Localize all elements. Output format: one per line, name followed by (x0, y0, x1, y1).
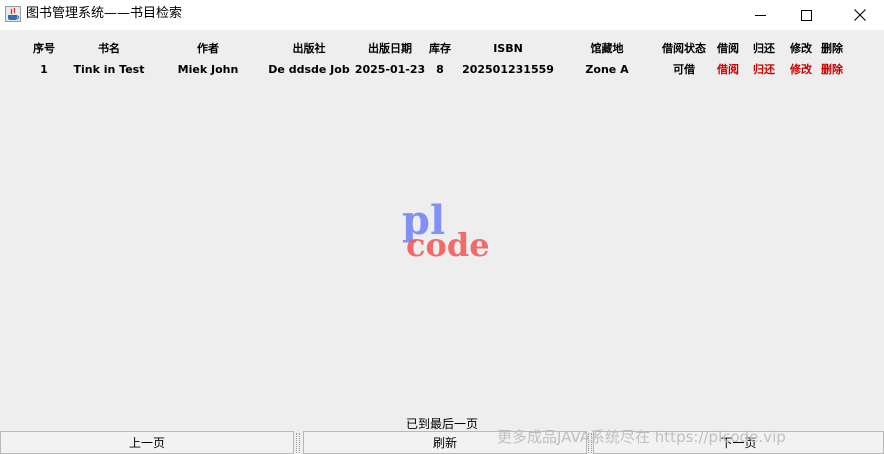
column-header-publisher[interactable]: 出版社 (293, 42, 326, 55)
title-bar: 图书管理系统——书目检索 (0, 0, 884, 30)
delete-link[interactable]: 删除 (821, 63, 843, 76)
column-header-isbn[interactable]: ISBN (493, 42, 523, 55)
borrow-link[interactable]: 借阅 (717, 63, 739, 76)
prev-page-button[interactable]: 上一页 (0, 431, 294, 454)
cell-title: Tink in Test (73, 63, 145, 76)
cell-publisher: De ddsde Job (268, 63, 350, 76)
column-header-author[interactable]: 作者 (197, 42, 219, 55)
close-icon (854, 9, 866, 21)
plcode-watermark-logo: pl code (402, 198, 490, 264)
cell-location: Zone A (585, 63, 629, 76)
cell-index: 1 (40, 63, 48, 76)
cell-pub-date: 2025-01-23 (354, 63, 426, 76)
cell-status: 可借 (673, 63, 695, 76)
column-header-index[interactable]: 序号 (33, 42, 55, 55)
column-header-delete[interactable]: 删除 (821, 42, 843, 55)
column-header-edit[interactable]: 修改 (790, 42, 812, 55)
return-link[interactable]: 归还 (753, 63, 775, 76)
column-header-title[interactable]: 书名 (98, 42, 120, 55)
column-header-status[interactable]: 借阅状态 (662, 42, 706, 55)
cell-author: Miek John (177, 63, 239, 76)
cell-stock: 8 (436, 63, 444, 76)
footer-watermark-text: 更多成品JAVA系统尽在 https://plcode.vip (497, 428, 786, 446)
minimize-icon (754, 14, 766, 16)
splitter-handle[interactable] (296, 433, 300, 453)
edit-link[interactable]: 修改 (790, 63, 812, 76)
column-header-stock[interactable]: 库存 (429, 42, 451, 55)
java-app-icon (5, 6, 21, 22)
close-button[interactable] (837, 0, 883, 30)
window-title: 图书管理系统——书目检索 (26, 6, 183, 21)
column-header-location[interactable]: 馆藏地 (591, 42, 624, 55)
maximize-icon (800, 9, 812, 21)
maximize-button[interactable] (783, 0, 829, 30)
minimize-button[interactable] (737, 0, 783, 30)
watermark-code: code (406, 226, 490, 264)
column-header-pub-date[interactable]: 出版日期 (368, 42, 412, 55)
column-header-return[interactable]: 归还 (753, 42, 775, 55)
cell-isbn: 202501231559 (462, 63, 554, 76)
column-header-borrow[interactable]: 借阅 (717, 42, 739, 55)
